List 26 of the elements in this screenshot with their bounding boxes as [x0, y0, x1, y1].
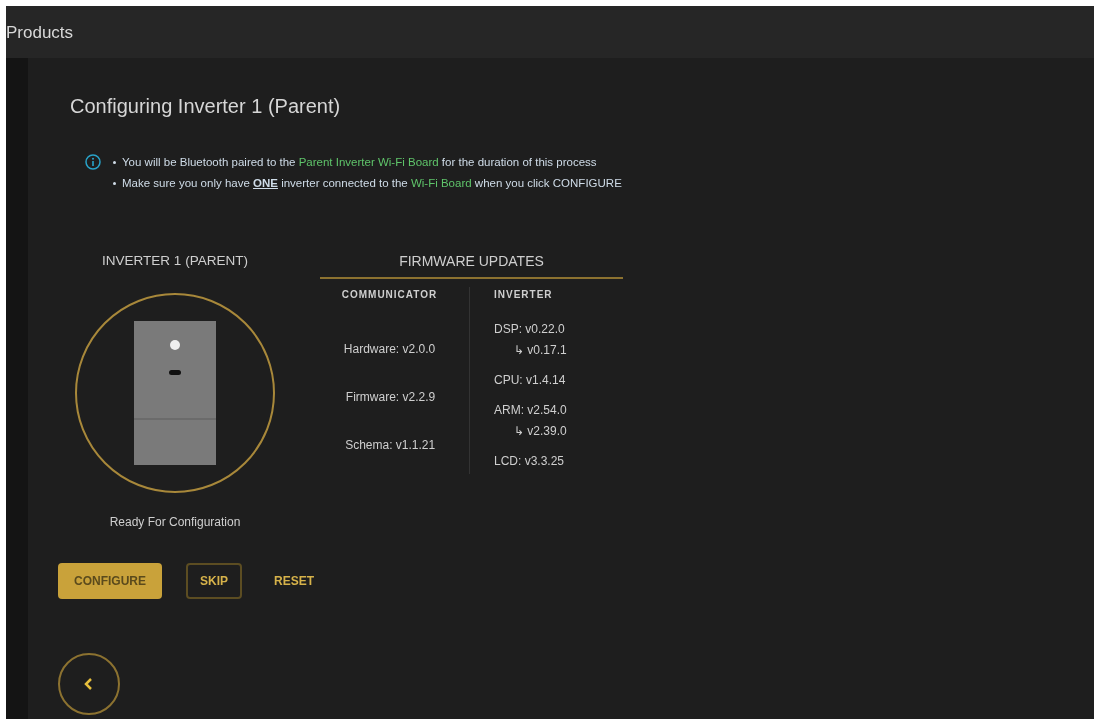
notice-text: You will be Bluetooth paired to the Parent Inverter Wi-Fi Board for the duration of this process [122, 155, 597, 170]
sub-version-text: ↳ v0.17.1 [514, 341, 567, 359]
version-text: DSP: v0.22.0 [494, 320, 565, 338]
column-heading: INVERTER [494, 287, 554, 302]
version-text: Schema: v1.1.21 [345, 436, 436, 454]
column-heading: COMMUNICATOR [341, 287, 438, 302]
action-button[interactable]: SKIP [186, 562, 242, 599]
back-button[interactable] [58, 652, 120, 715]
action-button[interactable]: RESET [266, 562, 323, 599]
version-text: Hardware: v2.0.0 [343, 340, 436, 358]
version-text: ARM: v2.54.0 [494, 401, 567, 419]
device-title: INVERTER 1 (PARENT) [102, 251, 248, 270]
firmware-title: FIRMWARE UPDATES [320, 250, 623, 279]
device-status: Ready For Configuration [109, 513, 241, 531]
version-text: Firmware: v2.2.9 [345, 388, 436, 406]
action-button[interactable]: CONFIGURE [58, 562, 162, 599]
chevron-left-icon [83, 676, 95, 691]
sub-version-text: ↳ v2.39.0 [514, 422, 567, 440]
bullet-icon [113, 182, 116, 186]
header-title: Products [6, 22, 74, 44]
version-text: CPU: v1.4.14 [494, 371, 566, 389]
bullet-icon [113, 161, 116, 165]
notice-text: Make sure you only have ONE inverter connected to the Wi-Fi Board when you click CONFIGURE [122, 176, 622, 192]
version-text: LCD: v3.3.25 [494, 452, 565, 470]
page-title: Configuring Inverter 1 (Parent) [70, 94, 342, 119]
info-icon [85, 154, 101, 170]
